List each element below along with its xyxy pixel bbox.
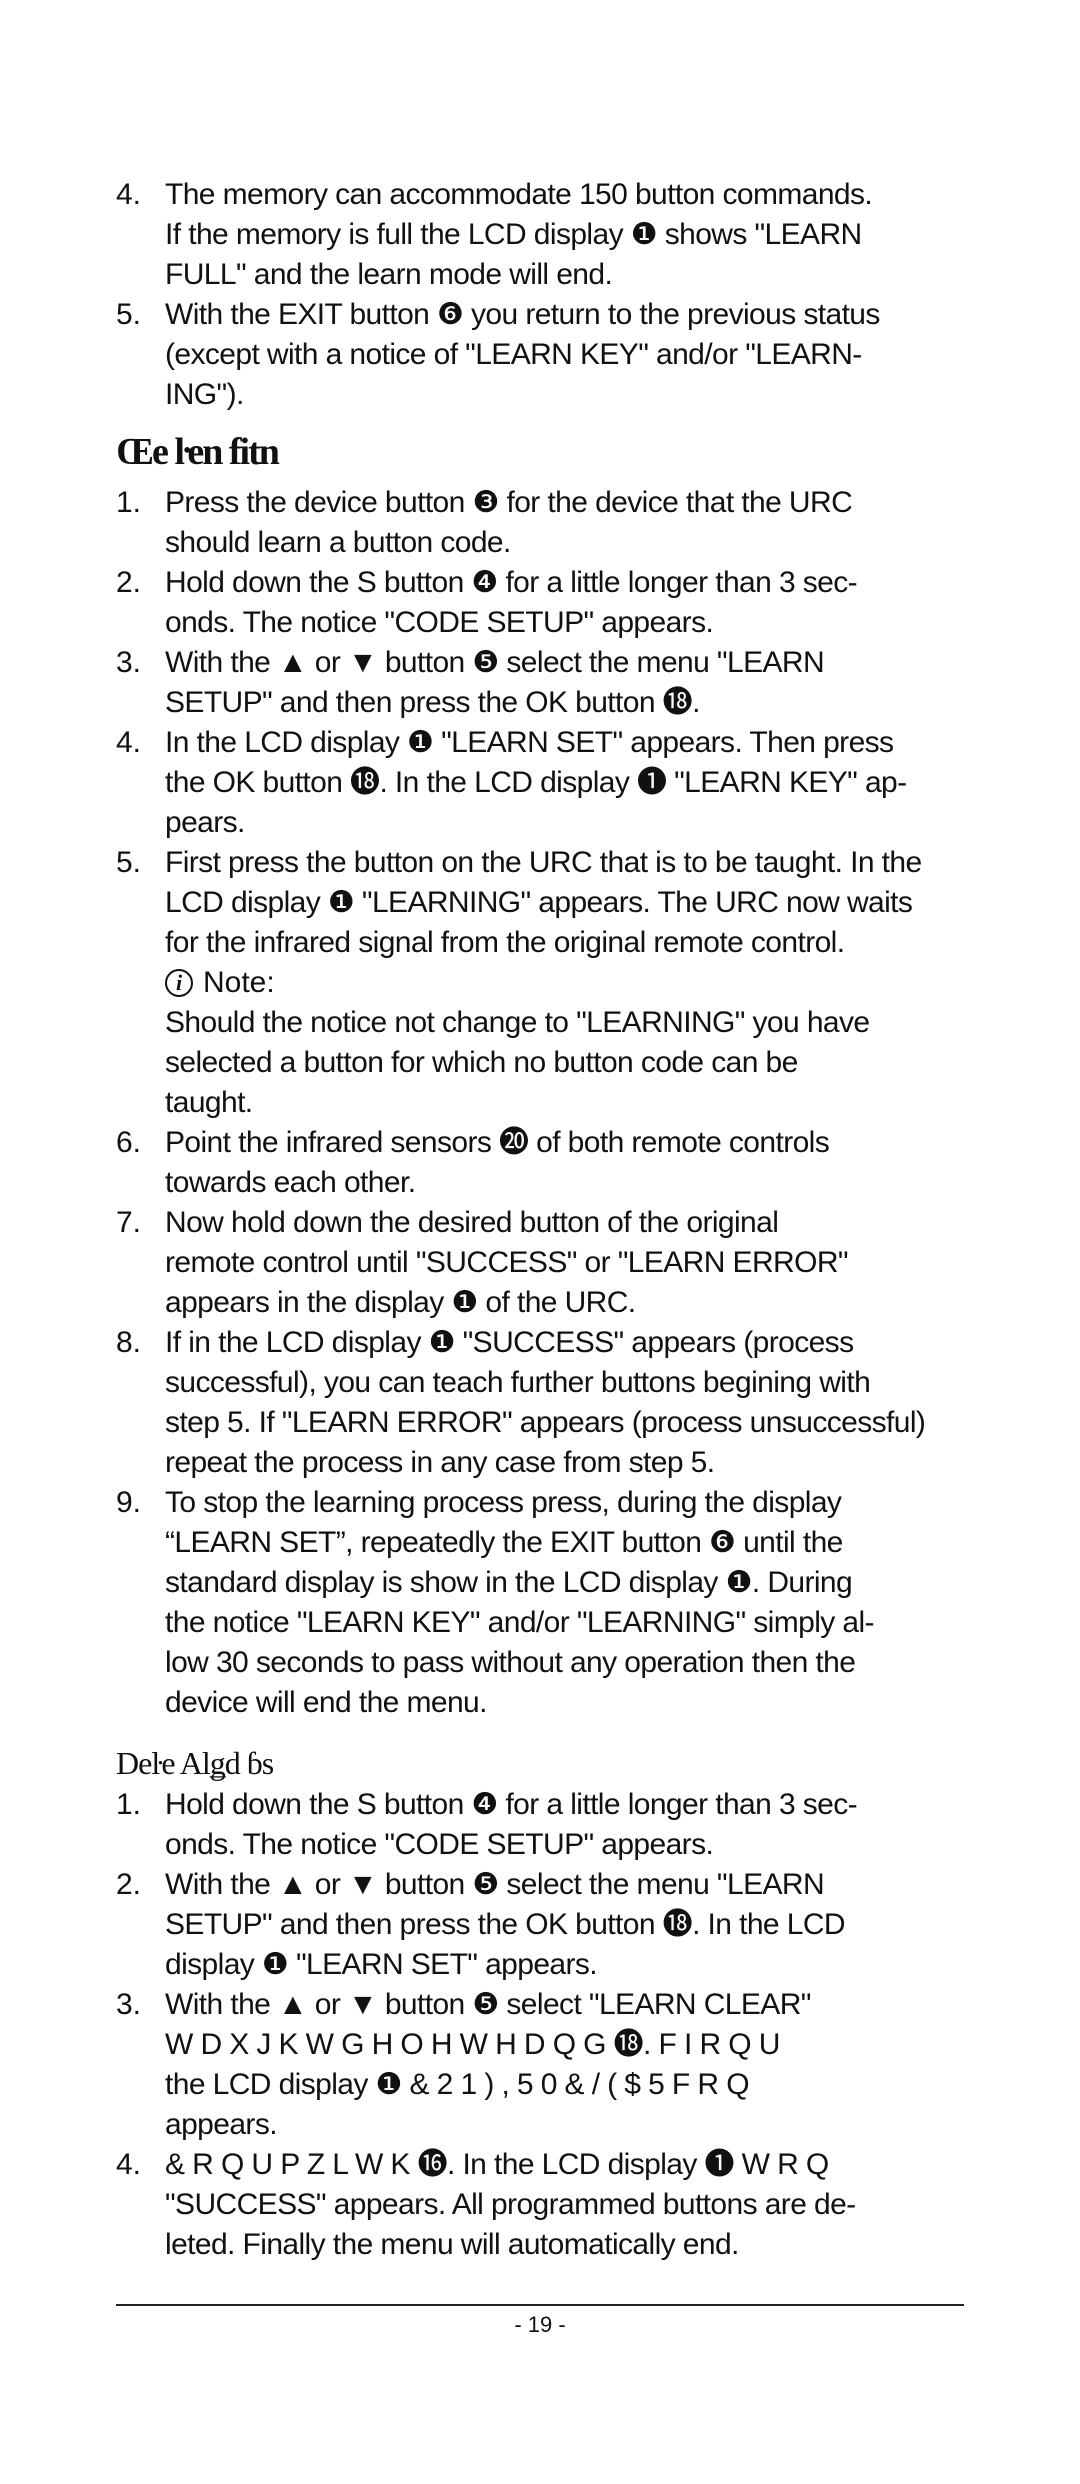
item-number: 4. (116, 2148, 142, 2181)
list-item: 3. With the ▲ or ▼ button ❺ select "LEARN… (0, 1985, 1080, 2145)
item-text-line: With the ▲ or ▼ button ❺ select the menu… (165, 646, 825, 679)
item-number: 1. (116, 486, 142, 519)
item-text-line: leted. Finally the menu will automatical… (165, 2228, 739, 2261)
list-item: 4. In the LCD display ❶ "LEARN SET" appea… (0, 723, 1080, 843)
section-heading-delete-all: Deŀe Alǥd ɓs (116, 1745, 274, 1781)
item-number: 4. (116, 726, 142, 759)
item-text-line: FULL" and the learn mode will end. (165, 258, 613, 291)
list-item: 1. Press the device button ❸ for the devi… (0, 483, 1080, 563)
item-number: 8. (116, 1326, 142, 1359)
list-item: 4. & R Q U P Z L W K ⓰. In the LCD displa… (0, 2145, 1080, 2265)
item-text-line: SETUP" and then press the OK button ⓲. I… (165, 1908, 846, 1941)
item-text-line: towards each other. (165, 1166, 416, 1199)
item-text-line: should learn a button code. (165, 526, 511, 559)
item-text-line: If in the LCD display ❶ "SUCCESS" appear… (165, 1326, 854, 1359)
item-number: 5. (116, 846, 142, 879)
learn-steps-list: 1. Press the device button ❸ for the devi… (0, 483, 1080, 963)
item-text-line: Hold down the S button ❹ for a little lo… (165, 566, 858, 599)
item-text-line: for the infrared signal from the origina… (165, 926, 845, 959)
item-text-line: onds. The notice "CODE SETUP" appears. (165, 606, 714, 639)
item-number: 9. (116, 1486, 142, 1519)
item-text-line: step 5. If "LEARN ERROR" appears (proces… (165, 1406, 926, 1439)
item-text-line: SETUP" and then press the OK button ⓲. (165, 686, 700, 719)
item-text-line: & R Q U P Z L W K ⓰. In the LCD display … (165, 2148, 829, 2181)
item-text-line: pears. (165, 806, 245, 839)
list-item: 2. With the ▲ or ▼ button ❺ select the me… (0, 1865, 1080, 1985)
item-text-line: successful), you can teach further butto… (165, 1366, 871, 1399)
list-item: 8. If in the LCD display ❶ "SUCCESS" appe… (0, 1323, 1080, 1483)
item-text-line: In the LCD display ❶ "LEARN SET" appears… (165, 726, 894, 759)
footer-divider (116, 2304, 964, 2306)
item-text-line: the notice "LEARN KEY" and/or "LEARNING"… (165, 1606, 875, 1639)
list-item: 7. Now hold down the desired button of th… (0, 1203, 1080, 1323)
item-number: 3. (116, 1988, 142, 2021)
list-item: 4. The memory can accommodate 150 button … (0, 175, 1080, 295)
list-item: 9. To stop the learning process press, du… (0, 1483, 1080, 1723)
note-text-line: taught. (165, 1086, 253, 1119)
item-text-line: the LCD display ❶ & 2 1 ) , 5 0 & / ( $ … (165, 2068, 750, 2101)
item-text-line: appears. (165, 2108, 278, 2141)
info-icon: i (165, 969, 193, 997)
item-number: 3. (116, 646, 142, 679)
list-item: 6. Point the infrared sensors ⓴ of both r… (0, 1123, 1080, 1203)
item-text-line: "SUCCESS" appears. All programmed button… (165, 2188, 856, 2221)
item-text-line: device will end the menu. (165, 1686, 487, 1719)
item-number: 6. (116, 1126, 142, 1159)
item-text-line: ING"). (165, 378, 244, 411)
item-text-line: With the ▲ or ▼ button ❺ select the menu… (165, 1868, 825, 1901)
item-number: 5. (116, 298, 142, 331)
item-number: 2. (116, 566, 142, 599)
item-text-line: Now hold down the desired button of the … (165, 1206, 779, 1239)
item-number: 7. (116, 1206, 142, 1239)
note-text: Should the notice not change to "LEARNIN… (165, 1003, 1080, 1123)
item-text-line: “LEARN SET”, repeatedly the EXIT button … (165, 1526, 843, 1559)
list-item: 3. With the ▲ or ▼ button ❺ select the me… (0, 643, 1080, 723)
item-text-line: Press the device button ❸ for the device… (165, 486, 853, 519)
item-text-line: the OK button ⓲. In the LCD display ❶ "L… (165, 766, 907, 799)
note-box: i Note: Should the notice not change to … (0, 963, 1080, 1123)
item-number: 4. (116, 178, 142, 211)
section-learn-notes: 4. The memory can accommodate 150 button … (0, 175, 1080, 415)
item-text-line: To stop the learning process press, duri… (165, 1486, 842, 1519)
item-text-line: If the memory is full the LCD display ❶ … (165, 218, 862, 251)
manual-page: 4. The memory can accommodate 150 button … (0, 175, 1080, 2265)
item-text-line: remote control until "SUCCESS" or "LEARN… (165, 1246, 849, 1279)
page-number: - 19 - (514, 2312, 566, 2337)
item-number: 2. (116, 1868, 142, 1901)
item-text-line: First press the button on the URC that i… (165, 846, 922, 879)
note-text-line: Should the notice not change to "LEARNIN… (165, 1006, 870, 1039)
note-text-line: selected a button for which no button co… (165, 1046, 798, 1079)
item-text-line: appears in the display ❶ of the URC. (165, 1286, 636, 1319)
item-text-line: onds. The notice "CODE SETUP" appears. (165, 1828, 714, 1861)
item-text-line: Point the infrared sensors ⓴ of both rem… (165, 1126, 830, 1159)
list-item: 1. Hold down the S button ❹ for a little … (0, 1785, 1080, 1865)
item-text-line: LCD display ❶ "LEARNING" appears. The UR… (165, 886, 913, 919)
item-text-line: Hold down the S button ❹ for a little lo… (165, 1788, 858, 1821)
item-text-line: (except with a notice of "LEARN KEY" and… (165, 338, 862, 371)
list-item: 5. First press the button on the URC that… (0, 843, 1080, 963)
item-text-line: standard display is show in the LCD disp… (165, 1566, 853, 1599)
list-item: 5. With the EXIT button ❻ you return to t… (0, 295, 1080, 415)
item-text-line: With the EXIT button ❻ you return to the… (165, 298, 880, 331)
item-text-line: low 30 seconds to pass without any opera… (165, 1646, 856, 1679)
delete-steps-list: 1. Hold down the S button ❹ for a little … (0, 1785, 1080, 2265)
section-heading-learn-function: Œe ŀen fitn (116, 431, 280, 473)
item-text-line: repeat the process in any case from step… (165, 1446, 715, 1479)
item-text-line: The memory can accommodate 150 button co… (165, 178, 873, 211)
note-title: Note: (203, 966, 275, 999)
list-item: 2. Hold down the S button ❹ for a little … (0, 563, 1080, 643)
item-number: 1. (116, 1788, 142, 1821)
item-text-line: With the ▲ or ▼ button ❺ select "LEARN C… (165, 1988, 811, 2021)
item-text-line: W D X J K W G H O H W H D Q G ⓲. F I R Q… (165, 2028, 780, 2061)
item-text-line: display ❶ "LEARN SET" appears. (165, 1948, 598, 1981)
learn-steps-list-continued: 6. Point the infrared sensors ⓴ of both r… (0, 1123, 1080, 1723)
